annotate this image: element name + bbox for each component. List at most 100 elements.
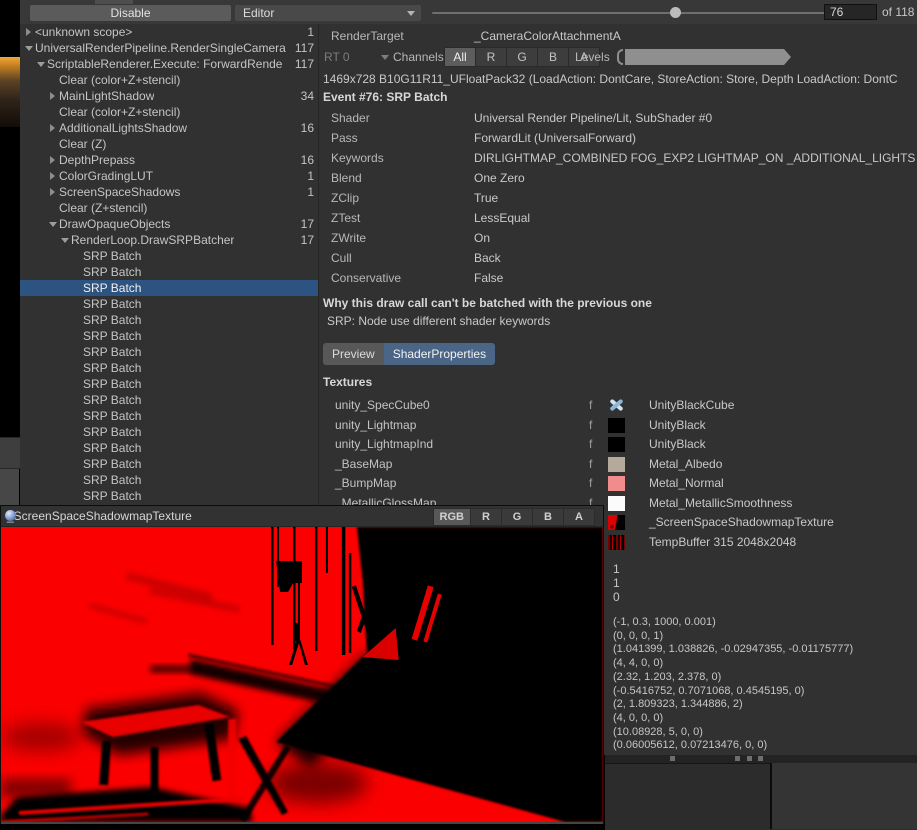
foldout-collapsed-icon[interactable] [22, 28, 35, 36]
preview-channel-button-rgb[interactable]: RGB [434, 509, 471, 525]
tree-item-srp-batch[interactable]: SRP Batch [20, 488, 318, 504]
tree-item-additionallightsshadow[interactable]: AdditionalLightsShadow 16 [20, 120, 318, 136]
texture-row-unityblack[interactable]: unity_LightmapIndfUnityBlack [319, 435, 917, 454]
vector-values-list: (-1, 0.3, 1000, 0.001)(0, 0, 0, 1)(1.041… [613, 616, 853, 753]
event-slider-handle[interactable] [670, 7, 681, 18]
tree-item-scriptablerenderer-execute-forwardrende[interactable]: ScriptableRenderer.Execute: ForwardRende… [20, 56, 318, 72]
texture-asset-name: UnityBlack [649, 435, 706, 454]
tree-item-srp-batch[interactable]: SRP Batch [20, 264, 318, 280]
event-slider-track[interactable] [432, 12, 830, 14]
foldout-collapsed-icon[interactable] [46, 172, 59, 180]
foldout-collapsed-icon[interactable] [46, 156, 59, 164]
tree-item-srp-batch[interactable]: SRP Batch [20, 392, 318, 408]
tree-item-srp-batch[interactable]: SRP Batch [20, 280, 318, 296]
tree-item-label: UniversalRenderPipeline.RenderSingleCame… [35, 41, 286, 55]
batch-break-title: Why this draw call can't be batched with… [323, 296, 652, 310]
property-label: ZWrite [331, 228, 366, 248]
tree-item-label: SRP Batch [83, 393, 141, 407]
tree-item-count: 34 [301, 89, 314, 103]
tree-item-universalrenderpipeline-rendersinglecamera[interactable]: UniversalRenderPipeline.RenderSingleCame… [20, 40, 318, 56]
property-value: True [474, 188, 498, 208]
tree-item-srp-batch[interactable]: SRP Batch [20, 408, 318, 424]
tree-item-label: SRP Batch [83, 425, 141, 439]
tree-item-srp-batch[interactable]: SRP Batch [20, 424, 318, 440]
tree-item-clear-color-z-stencil[interactable]: Clear (color+Z+stencil) [20, 104, 318, 120]
levels-slider[interactable] [625, 49, 791, 65]
tree-item-label: SRP Batch [83, 473, 141, 487]
vector-value: (1.041399, 1.038826, -0.02947355, -0.011… [613, 643, 853, 657]
float-value: 1 [613, 576, 620, 590]
tree-item-drawopaqueobjects[interactable]: DrawOpaqueObjects17 [20, 216, 318, 232]
target-selection-dropdown[interactable]: Editor [235, 5, 421, 21]
tree-item-srp-batch[interactable]: SRP Batch [20, 456, 318, 472]
tree-item-srp-batch[interactable]: SRP Batch [20, 312, 318, 328]
tree-item-count: 16 [301, 121, 314, 135]
texture-row-unityblack[interactable]: unity_LightmapfUnityBlack [319, 416, 917, 435]
vector-value: (4, 4, 0, 0) [613, 657, 853, 671]
tree-item-count: 117 [295, 41, 314, 55]
tree-item-screenspaceshadows[interactable]: ScreenSpaceShadows1 [20, 184, 318, 200]
preview-window-titlebar[interactable]: _ScreenSpaceShadowmapTexture RGBRGBA [1, 506, 603, 527]
rt-index-dropdown[interactable]: RT 0 [324, 50, 350, 64]
tree-item-label: ScriptableRenderer.Execute: ForwardRende [47, 57, 282, 71]
levels-slider-min-handle[interactable] [617, 49, 623, 65]
texture-row-metal-normal[interactable]: _BumpMapfMetal_Normal [319, 474, 917, 493]
tree-item-srp-batch[interactable]: SRP Batch [20, 344, 318, 360]
property-value: ForwardLit (UniversalForward) [474, 128, 636, 148]
tree-item-srp-batch[interactable]: SRP Batch [20, 472, 318, 488]
tree-item-srp-batch[interactable]: SRP Batch [20, 328, 318, 344]
disable-button[interactable]: Disable [30, 5, 231, 21]
tree-item-depthprepass[interactable]: DepthPrepass16 [20, 152, 318, 168]
tree-item-label: SRP Batch [83, 281, 141, 295]
channel-button-r[interactable]: R [476, 48, 507, 66]
channel-button-all[interactable]: All [445, 48, 476, 66]
texture-asset-name: Metal_Normal [649, 474, 724, 493]
texture-asset-name: TempBuffer 315 2048x2048 [649, 533, 796, 552]
foldout-expanded-icon[interactable] [22, 46, 35, 51]
foldout-expanded-icon[interactable] [58, 238, 71, 243]
property-row-shader: ShaderUniversal Render Pipeline/Lit, Sub… [319, 108, 917, 128]
tree-item-label: MainLightShadow [59, 89, 154, 103]
tree-item-renderloop-drawsrpbatcher[interactable]: RenderLoop.DrawSRPBatcher17 [20, 232, 318, 248]
tree-item-unknown-scope[interactable]: <unknown scope>1 [20, 24, 318, 40]
property-label: Keywords [331, 148, 384, 168]
preview-channel-button-r[interactable]: R [471, 509, 502, 525]
detail-tabs: PreviewShaderProperties [323, 343, 495, 365]
background-panel [772, 763, 917, 829]
foldout-expanded-icon[interactable] [34, 62, 47, 67]
background-panel-fragment [0, 437, 20, 469]
texture-row-metal-albedo[interactable]: _BaseMapfMetal_Albedo [319, 455, 917, 474]
channel-button-g[interactable]: G [507, 48, 538, 66]
tab-shaderproperties[interactable]: ShaderProperties [384, 343, 495, 365]
property-row-keywords: KeywordsDIRLIGHTMAP_COMBINED FOG_EXP2 LI… [319, 148, 917, 168]
preview-channel-button-a[interactable]: A [564, 509, 594, 525]
tree-item-srp-batch[interactable]: SRP Batch [20, 360, 318, 376]
preview-channel-button-b[interactable]: B [533, 509, 564, 525]
tree-item-label: AdditionalLightsShadow [59, 121, 187, 135]
foldout-collapsed-icon[interactable] [46, 188, 59, 196]
tab-preview[interactable]: Preview [323, 343, 384, 365]
horizontal-scrollbar[interactable] [605, 755, 917, 763]
levels-label: Levels [575, 50, 610, 64]
tree-item-label: Clear (Z+stencil) [59, 201, 147, 215]
channel-button-b[interactable]: B [538, 48, 569, 66]
tree-item-srp-batch[interactable]: SRP Batch [20, 296, 318, 312]
preview-channel-button-g[interactable]: G [502, 509, 533, 525]
tree-item-colorgradinglut[interactable]: ColorGradingLUT1 [20, 168, 318, 184]
tree-item-srp-batch[interactable]: SRP Batch [20, 440, 318, 456]
tree-item-clear-z-stencil[interactable]: Clear (Z+stencil) [20, 200, 318, 216]
tree-item-srp-batch[interactable]: SRP Batch [20, 248, 318, 264]
event-number-input[interactable] [824, 4, 877, 20]
texture-property-name: unity_Lightmap [335, 416, 416, 435]
tree-item-srp-batch[interactable]: SRP Batch [20, 376, 318, 392]
foldout-collapsed-icon[interactable] [46, 124, 59, 132]
property-row-blend: BlendOne Zero [319, 168, 917, 188]
scrollbar-tick [735, 756, 740, 761]
tree-item-mainlightshadow[interactable]: MainLightShadow 34 [20, 88, 318, 104]
foldout-collapsed-icon[interactable] [46, 92, 59, 100]
foldout-expanded-icon[interactable] [46, 222, 59, 227]
tree-item-label: <unknown scope> [35, 25, 132, 39]
tree-item-clear-z[interactable]: Clear (Z) [20, 136, 318, 152]
tree-item-clear-color-z-stencil[interactable]: Clear (color+Z+stencil) [20, 72, 318, 88]
texture-row-unityblackcube[interactable]: unity_SpecCube0fUnityBlackCube [319, 396, 917, 415]
